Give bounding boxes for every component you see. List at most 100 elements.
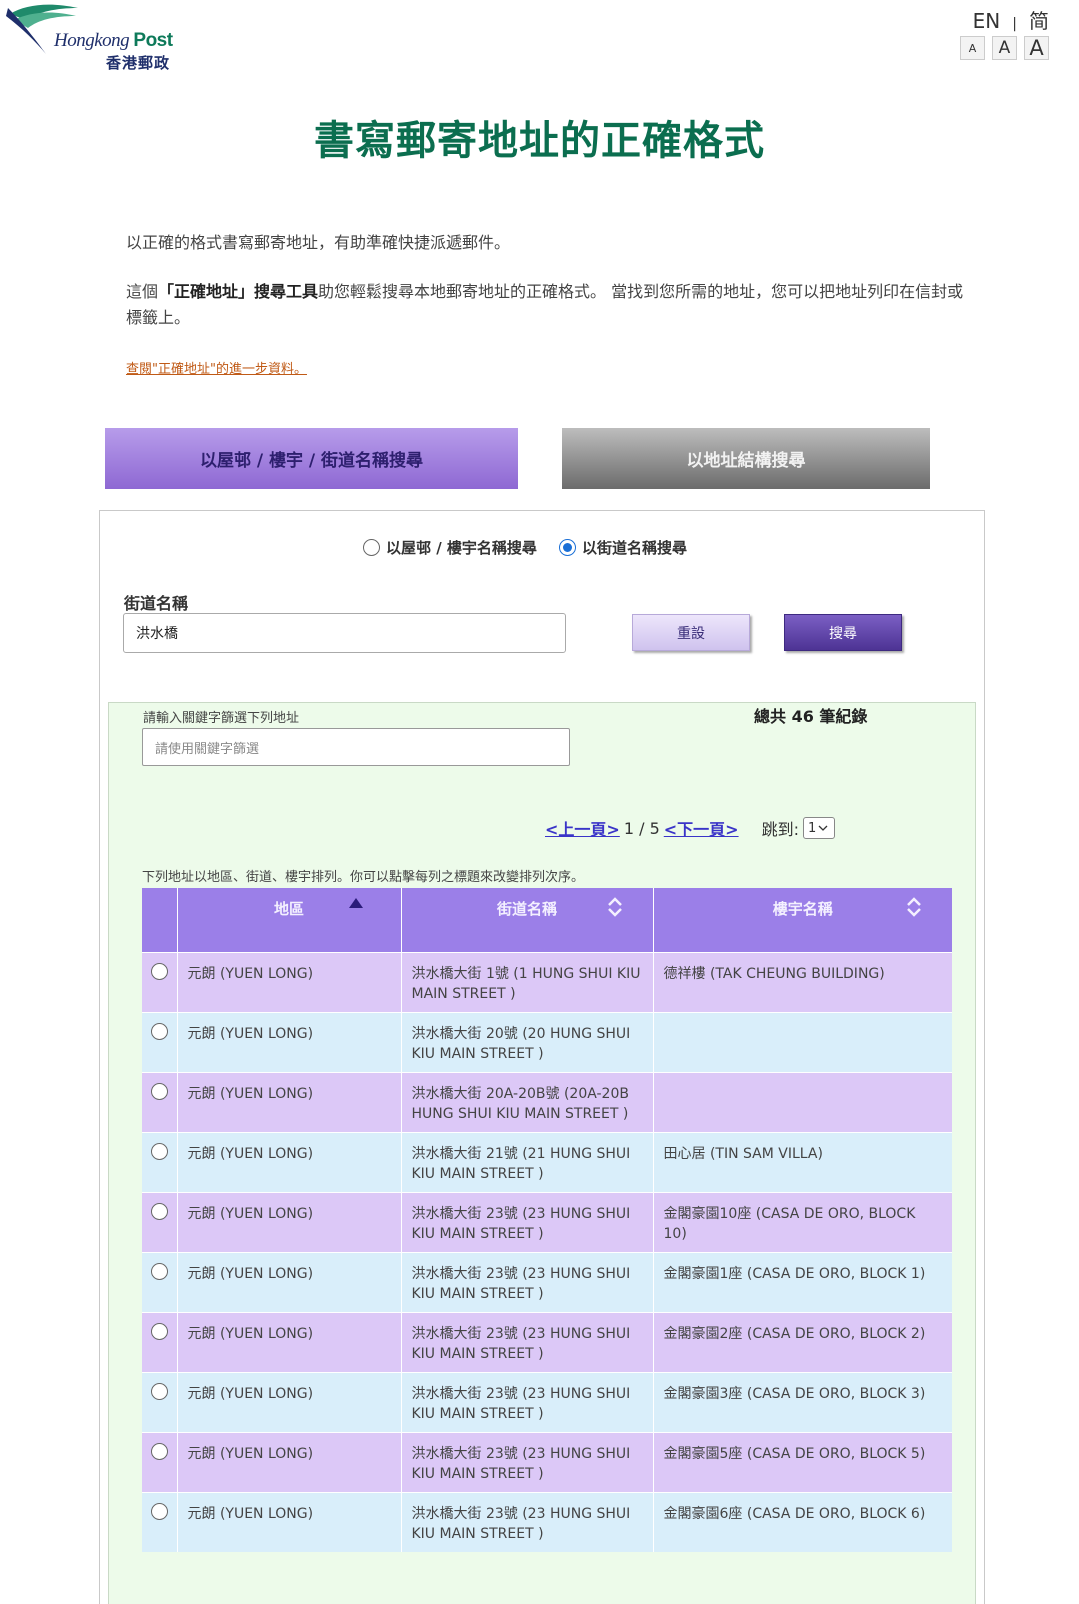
district-cell: 元朗 (YUEN LONG) [177,1131,402,1192]
jump-label: 跳到: [761,820,799,839]
table-row[interactable]: 元朗 (YUEN LONG) 洪水橋大街 1號 (1 HUNG SHUI KIU… [142,951,952,1012]
street-cell: 洪水橋大街 23號 (23 HUNG SHUI KIU MAIN STREET … [401,1371,654,1432]
total-records: 總共 46 筆紀錄 [754,707,868,726]
font-medium-button[interactable]: A [992,36,1017,60]
row-select-cell [142,1311,178,1372]
row-select-cell [142,1131,178,1192]
row-select-radio[interactable] [150,1082,168,1100]
row-select-radio[interactable] [150,1502,168,1520]
table-row[interactable]: 元朗 (YUEN LONG) 洪水橋大街 23號 (23 HUNG SHUI K… [142,1311,952,1372]
building-cell [653,1011,952,1072]
logo-text-post: Post [133,30,173,51]
logo-text-hongkong: Hongkong [54,30,130,51]
street-header-label: 街道名稱 [496,900,557,918]
lang-sc-link[interactable]: 简 [1029,9,1049,33]
district-cell: 元朗 (YUEN LONG) [177,1251,402,1312]
district-cell: 元朗 (YUEN LONG) [177,1371,402,1432]
street-column-header[interactable]: 街道名稱 [401,888,654,952]
district-cell: 元朗 (YUEN LONG) [177,951,402,1012]
more-info-link[interactable]: 查閱"正確地址"的進一步資料。 [126,358,307,377]
triangle-up-icon [348,898,363,908]
font-small-button[interactable]: A [960,36,985,60]
logo-text-chinese: 香港郵政 [106,54,171,72]
sort-updown-icon [906,896,922,919]
filter-input[interactable]: 請使用關鍵字篩選 [142,728,570,766]
search-button[interactable]: 搜尋 [784,614,902,651]
pagination: <上一頁> 1 / 5 <下一頁> 跳到: 1 [545,816,835,840]
font-large-button[interactable]: A [1024,36,1049,60]
jump-select[interactable]: 1 [802,817,835,839]
building-column-header[interactable]: 樓宇名稱 [653,888,952,952]
street-cell: 洪水橋大街 23號 (23 HUNG SHUI KIU MAIN STREET … [401,1311,654,1372]
street-cell: 洪水橋大街 20號 (20 HUNG SHUI KIU MAIN STREET … [401,1011,654,1072]
row-select-radio[interactable] [150,1442,168,1460]
lang-separator: | [1012,16,1017,32]
radio-option-building[interactable]: 以屋邨 / 樓宇名稱搜尋 [363,537,537,558]
table-row[interactable]: 元朗 (YUEN LONG) 洪水橋大街 23號 (23 HUNG SHUI K… [142,1191,952,1252]
building-cell: 德祥樓 (TAK CHEUNG BUILDING) [653,951,952,1012]
district-header-label: 地區 [273,900,304,918]
building-cell: 金閣豪園10座 (CASA DE ORO, BLOCK 10) [653,1191,952,1252]
tab-search-by-structure[interactable]: 以地址結構搜尋 [562,428,930,489]
row-select-radio[interactable] [150,962,168,980]
radio-street-label: 以街道名稱搜尋 [581,539,687,557]
district-cell: 元朗 (YUEN LONG) [177,1071,402,1132]
building-header-label: 樓宇名稱 [772,900,833,918]
radio-building-input[interactable] [363,539,380,556]
prev-page-link[interactable]: <上一頁> [545,816,620,840]
row-select-radio[interactable] [150,1322,168,1340]
table-row[interactable]: 元朗 (YUEN LONG) 洪水橋大街 21號 (21 HUNG SHUI K… [142,1131,952,1192]
row-select-radio[interactable] [150,1202,168,1220]
intro-paragraph-1: 以正確的格式書寫郵寄地址，有助準確快捷派遞郵件。 [126,233,511,252]
row-select-cell [142,1491,178,1552]
district-cell: 元朗 (YUEN LONG) [177,1431,402,1492]
building-cell [653,1071,952,1132]
building-cell: 田心居 (TIN SAM VILLA) [653,1131,952,1192]
row-select-cell [142,1071,178,1132]
building-cell: 金閣豪園6座 (CASA DE ORO, BLOCK 6) [653,1491,952,1552]
street-name-input[interactable]: 洪水橋 [123,613,566,653]
lang-en-link[interactable]: EN [973,9,1001,33]
building-cell: 金閣豪園5座 (CASA DE ORO, BLOCK 5) [653,1431,952,1492]
table-row[interactable]: 元朗 (YUEN LONG) 洪水橋大街 23號 (23 HUNG SHUI K… [142,1371,952,1432]
row-select-radio[interactable] [150,1262,168,1280]
street-cell: 洪水橋大街 21號 (21 HUNG SHUI KIU MAIN STREET … [401,1131,654,1192]
table-row[interactable]: 元朗 (YUEN LONG) 洪水橋大街 23號 (23 HUNG SHUI K… [142,1491,952,1552]
row-select-radio[interactable] [150,1382,168,1400]
sort-updown-icon [607,896,623,919]
next-page-link[interactable]: <下一頁> [664,816,739,840]
district-cell: 元朗 (YUEN LONG) [177,1491,402,1552]
table-row[interactable]: 元朗 (YUEN LONG) 洪水橋大街 23號 (23 HUNG SHUI K… [142,1431,952,1492]
reset-button[interactable]: 重設 [632,614,750,651]
radio-building-label: 以屋邨 / 樓宇名稱搜尋 [386,539,537,557]
page-title: 書寫郵寄地址的正確格式 [314,118,765,164]
street-cell: 洪水橋大街 23號 (23 HUNG SHUI KIU MAIN STREET … [401,1491,654,1552]
row-select-cell [142,1011,178,1072]
intro-p2-prefix: 這個 [126,282,159,301]
building-cell: 金閣豪園3座 (CASA DE ORO, BLOCK 3) [653,1371,952,1432]
filter-label: 請輸入關鍵字篩選下列地址 [143,711,300,726]
chevron-down-icon [818,825,828,831]
search-mode-radio-group: 以屋邨 / 樓宇名稱搜尋 以街道名稱搜尋 [363,537,687,558]
row-select-radio[interactable] [150,1142,168,1160]
hongkong-post-logo[interactable]: Hongkong Post 香港郵政 [6,2,176,72]
street-cell: 洪水橋大街 23號 (23 HUNG SHUI KIU MAIN STREET … [401,1191,654,1252]
results-table: 地區 街道名稱 樓宇名稱 元朗 (YUEN LONG) 洪水橋大街 1號 (1 … [142,888,952,1552]
district-cell: 元朗 (YUEN LONG) [177,1311,402,1372]
page-info: 1 / 5 [623,818,660,838]
table-row[interactable]: 元朗 (YUEN LONG) 洪水橋大街 23號 (23 HUNG SHUI K… [142,1251,952,1312]
row-select-radio[interactable] [150,1022,168,1040]
table-row[interactable]: 元朗 (YUEN LONG) 洪水橋大街 20A-20B號 (20A-20B H… [142,1071,952,1132]
radio-option-street[interactable]: 以街道名稱搜尋 [558,537,687,558]
street-cell: 洪水橋大街 20A-20B號 (20A-20B HUNG SHUI KIU MA… [401,1071,654,1132]
radio-street-input[interactable] [558,539,576,556]
font-size-controls: A A A [960,36,1049,60]
tab-search-by-name[interactable]: 以屋邨 / 樓宇 / 街道名稱搜尋 [105,428,518,489]
district-column-header[interactable]: 地區 [177,888,402,952]
row-select-cell [142,1431,178,1492]
district-cell: 元朗 (YUEN LONG) [177,1011,402,1072]
table-row[interactable]: 元朗 (YUEN LONG) 洪水橋大街 20號 (20 HUNG SHUI K… [142,1011,952,1072]
select-column-header [142,888,178,952]
jump-select-value: 1 [807,820,817,836]
district-cell: 元朗 (YUEN LONG) [177,1191,402,1252]
